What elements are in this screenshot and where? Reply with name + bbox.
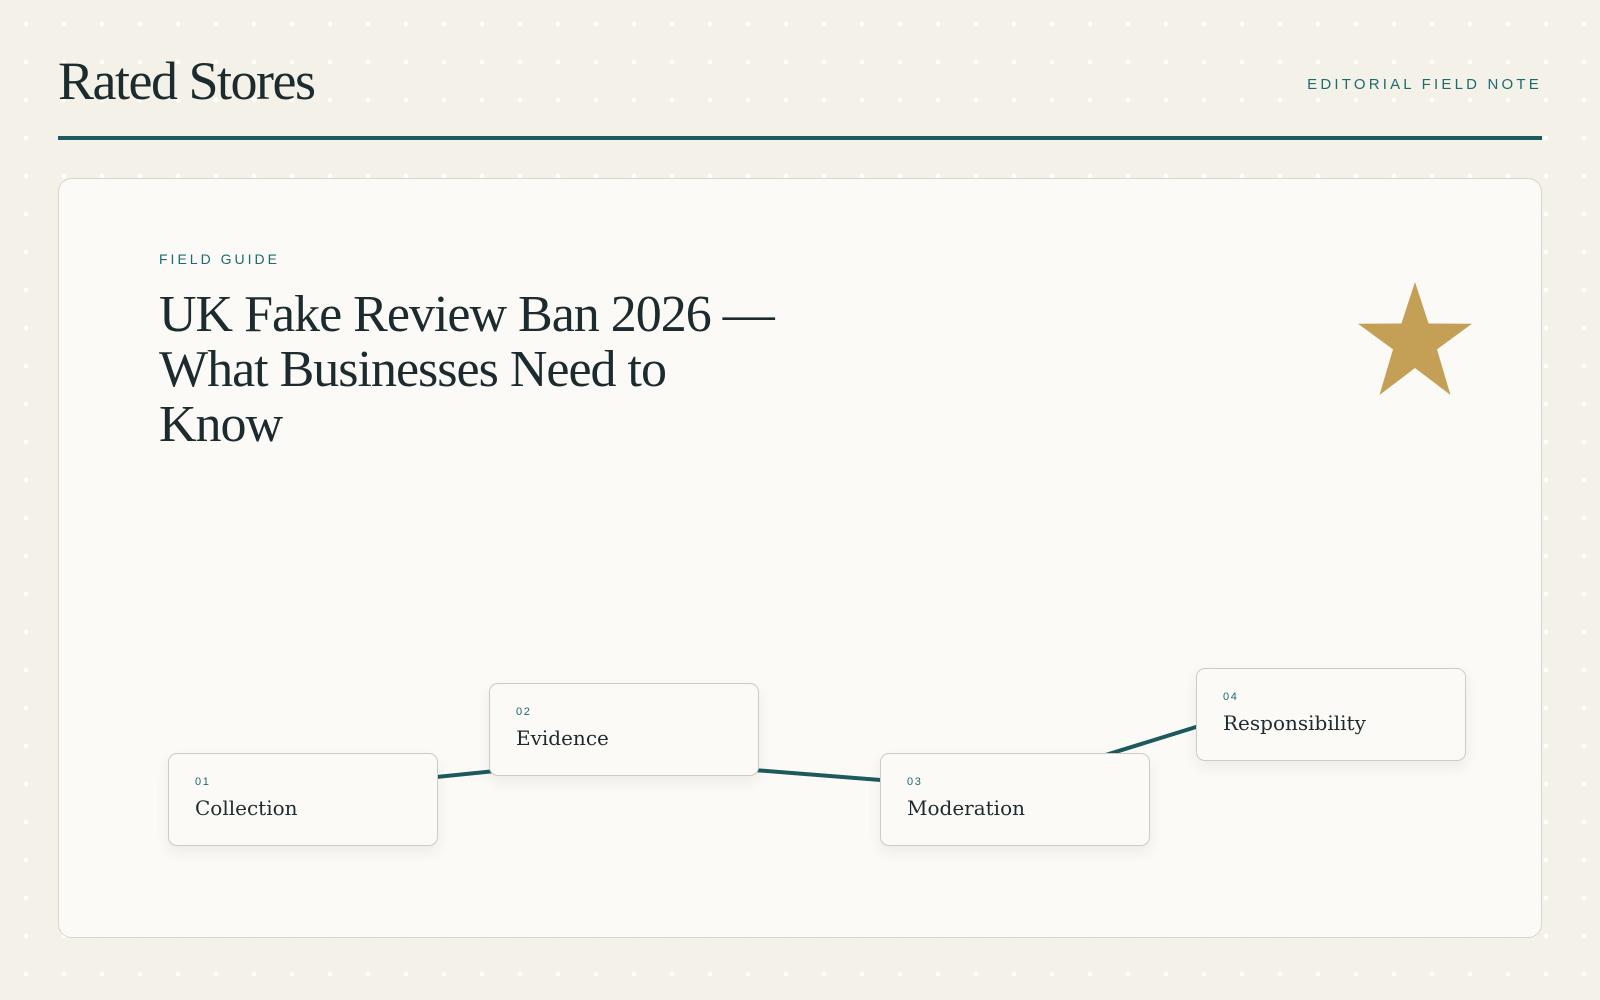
step-card-collection: 01 Collection (168, 753, 438, 846)
step-label: Evidence (516, 726, 609, 750)
step-card-moderation: 03 Moderation (880, 753, 1150, 846)
step-card-evidence: 02 Evidence (489, 683, 759, 776)
step-label: Collection (195, 796, 298, 820)
star-shape (1358, 282, 1472, 395)
eyebrow-label: FIELD GUIDE (159, 251, 280, 267)
step-card-responsibility: 04 Responsibility (1196, 668, 1466, 761)
step-label: Moderation (907, 796, 1025, 820)
step-number: 03 (907, 776, 923, 788)
step-label: Responsibility (1223, 711, 1366, 735)
brand-logo[interactable]: Rated Stores (58, 54, 316, 108)
connector-path (297, 690, 1311, 793)
field-guide-card: FIELD GUIDE UK Fake Review Ban 2026 — Wh… (58, 178, 1542, 938)
article-title: UK Fake Review Ban 2026 — What Businesse… (159, 286, 775, 453)
star-icon (1358, 282, 1472, 395)
step-number: 02 (516, 706, 532, 718)
step-number: 04 (1223, 691, 1239, 703)
header-tag: EDITORIAL FIELD NOTE (1307, 76, 1542, 93)
site-header: Rated Stores EDITORIAL FIELD NOTE (58, 44, 1542, 140)
step-number: 01 (195, 776, 211, 788)
